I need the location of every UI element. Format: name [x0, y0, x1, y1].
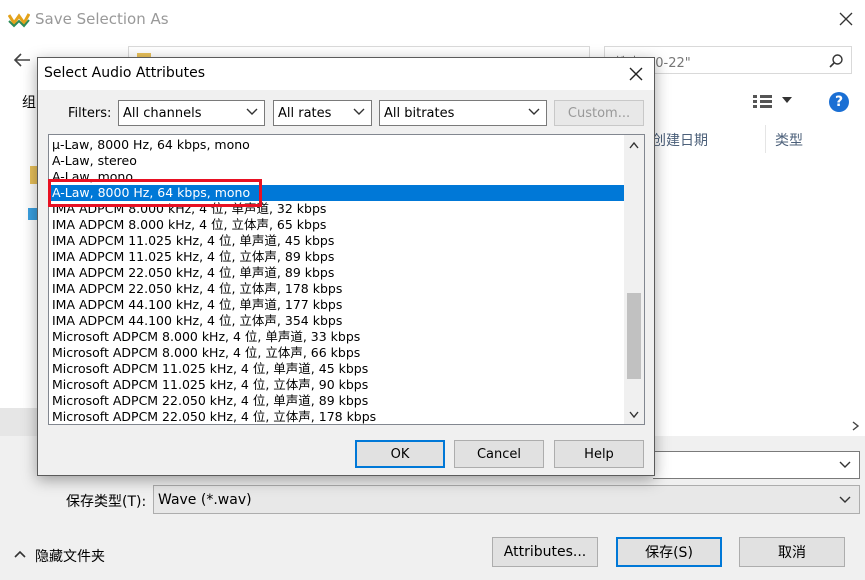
format-item[interactable]: Microsoft ADPCM 22.050 kHz, 4 位, 立体声, 17… [49, 409, 624, 424]
attributes-button[interactable]: Attributes... [492, 537, 598, 567]
save-type-label: 保存类型(T): [66, 494, 147, 510]
scroll-down-icon[interactable] [629, 411, 639, 419]
rates-filter-select[interactable]: All rates [273, 100, 372, 126]
pane-splitter [0, 408, 40, 436]
scroll-right-icon[interactable] [852, 421, 860, 431]
save-button[interactable]: 保存(S) [616, 537, 722, 567]
back-arrow-icon[interactable] [12, 52, 32, 68]
scrollbar[interactable] [624, 135, 644, 424]
column-header-type[interactable]: 类型 [775, 130, 803, 150]
bitrates-filter-select[interactable]: All bitrates [379, 100, 547, 126]
channels-filter-value: All channels [123, 105, 202, 121]
dialog-title-bar: Select Audio Attributes [38, 58, 654, 90]
format-item[interactable]: A-Law, stereo [49, 153, 624, 169]
chevron-down-icon [353, 108, 365, 115]
app-logo-icon [8, 13, 30, 28]
title-bar: Save Selection As [0, 0, 865, 40]
scrollbar-thumb[interactable] [627, 293, 641, 379]
format-item[interactable]: IMA ADPCM 22.050 kHz, 4 位, 立体声, 178 kbps [49, 281, 624, 297]
channels-filter-select[interactable]: All channels [118, 100, 265, 126]
organize-menu[interactable]: 组 [22, 92, 36, 112]
format-item[interactable]: Microsoft ADPCM 8.000 kHz, 4 位, 单声道, 33 … [49, 329, 624, 345]
column-divider [765, 125, 766, 153]
format-item[interactable]: IMA ADPCM 11.025 kHz, 4 位, 立体声, 89 kbps [49, 249, 624, 265]
hide-folders-toggle[interactable]: 隐藏文件夹 [35, 546, 105, 566]
chevron-down-icon [246, 108, 258, 115]
format-item[interactable]: IMA ADPCM 44.100 kHz, 4 位, 立体声, 354 kbps [49, 313, 624, 329]
bitrates-filter-value: All bitrates [384, 105, 455, 121]
column-header-date[interactable]: 创建日期 [652, 130, 708, 150]
format-item[interactable]: IMA ADPCM 11.025 kHz, 4 位, 单声道, 45 kbps [49, 233, 624, 249]
custom-button[interactable]: Custom... [554, 100, 644, 126]
rates-filter-value: All rates [278, 105, 332, 121]
dialog-title: Select Audio Attributes [44, 65, 205, 81]
scroll-up-icon[interactable] [629, 141, 639, 149]
format-item[interactable]: μ-Law, 8000 Hz, 64 kbps, mono [49, 137, 624, 153]
format-item[interactable]: Microsoft ADPCM 11.025 kHz, 4 位, 立体声, 90… [49, 377, 624, 393]
format-list[interactable]: μ-Law, 8000 Hz, 64 kbps, mono A-Law, ster… [48, 134, 645, 425]
format-item[interactable]: IMA ADPCM 8.000 kHz, 4 位, 立体声, 65 kbps [49, 217, 624, 233]
save-type-value: Wave (*.wav) [158, 491, 252, 508]
filename-combo[interactable] [653, 451, 860, 479]
chevron-down-icon[interactable] [782, 97, 792, 105]
format-item[interactable]: IMA ADPCM 44.100 kHz, 4 位, 单声道, 177 kbps [49, 297, 624, 313]
help-button[interactable]: Help [554, 440, 644, 468]
search-icon[interactable] [828, 53, 844, 69]
chevron-down-icon [839, 461, 851, 468]
ok-button[interactable]: OK [355, 440, 445, 468]
chevron-up-icon[interactable] [14, 550, 26, 558]
chevron-down-icon [528, 108, 540, 115]
help-icon[interactable]: ? [829, 92, 849, 112]
close-icon[interactable] [838, 11, 854, 27]
format-item[interactable]: Microsoft ADPCM 22.050 kHz, 4 位, 单声道, 89… [49, 393, 624, 409]
audio-attributes-dialog: Select Audio Attributes Filters: All cha… [37, 57, 655, 476]
filters-label: Filters: [68, 106, 112, 121]
close-icon[interactable] [629, 67, 643, 81]
cancel-button[interactable]: Cancel [454, 440, 544, 468]
format-item[interactable]: Microsoft ADPCM 8.000 kHz, 4 位, 立体声, 66 … [49, 345, 624, 361]
format-item[interactable]: Microsoft ADPCM 11.025 kHz, 4 位, 单声道, 45… [49, 361, 624, 377]
cancel-button[interactable]: 取消 [739, 537, 845, 567]
save-type-select[interactable]: Wave (*.wav) [153, 485, 860, 514]
selection-highlight-box [48, 179, 262, 207]
view-options-icon[interactable] [752, 94, 774, 108]
format-item[interactable]: IMA ADPCM 22.050 kHz, 4 位, 单声道, 89 kbps [49, 265, 624, 281]
chevron-down-icon [839, 496, 851, 503]
window-title: Save Selection As [35, 10, 169, 28]
